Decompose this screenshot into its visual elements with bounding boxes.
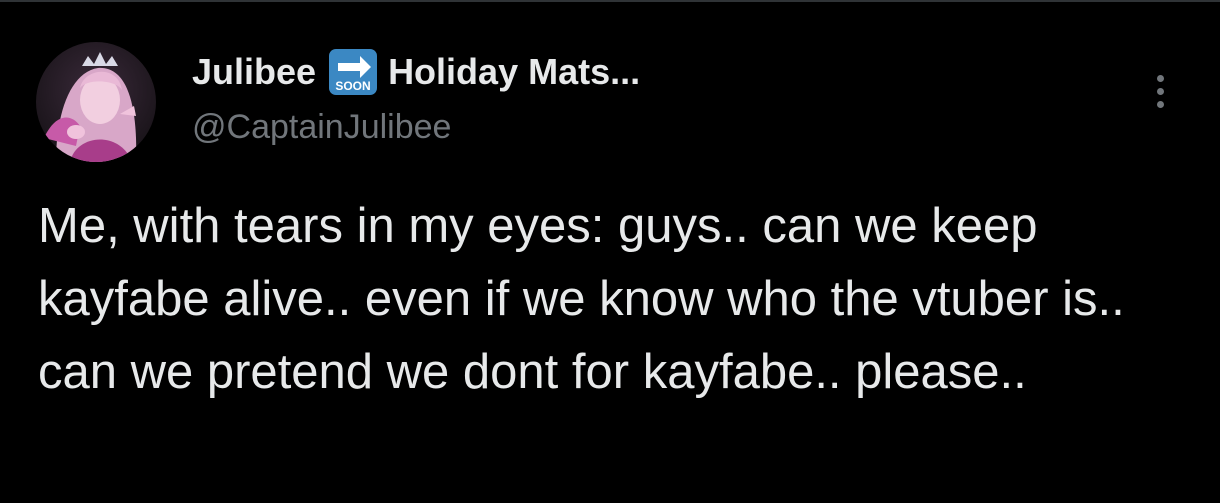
more-options-button[interactable] [1142,66,1178,116]
user-handle[interactable]: @CaptainJulibee [192,108,451,147]
more-vertical-icon [1156,87,1164,95]
display-name-row[interactable]: Julibee SOON Holiday Mats... [192,46,640,98]
tweet-text: Me, with tears in my eyes: guys.. can we… [38,199,1125,399]
display-name[interactable]: Julibee [192,51,316,93]
avatar-image [36,42,156,162]
display-name-suffix[interactable]: Holiday Mats... [388,51,640,93]
soon-arrow-emoji-icon: SOON [326,49,380,95]
top-divider [0,0,1220,2]
more-vertical-icon [1156,74,1164,82]
soon-label: SOON [335,79,370,93]
more-vertical-icon [1156,100,1164,108]
avatar[interactable] [36,42,156,162]
